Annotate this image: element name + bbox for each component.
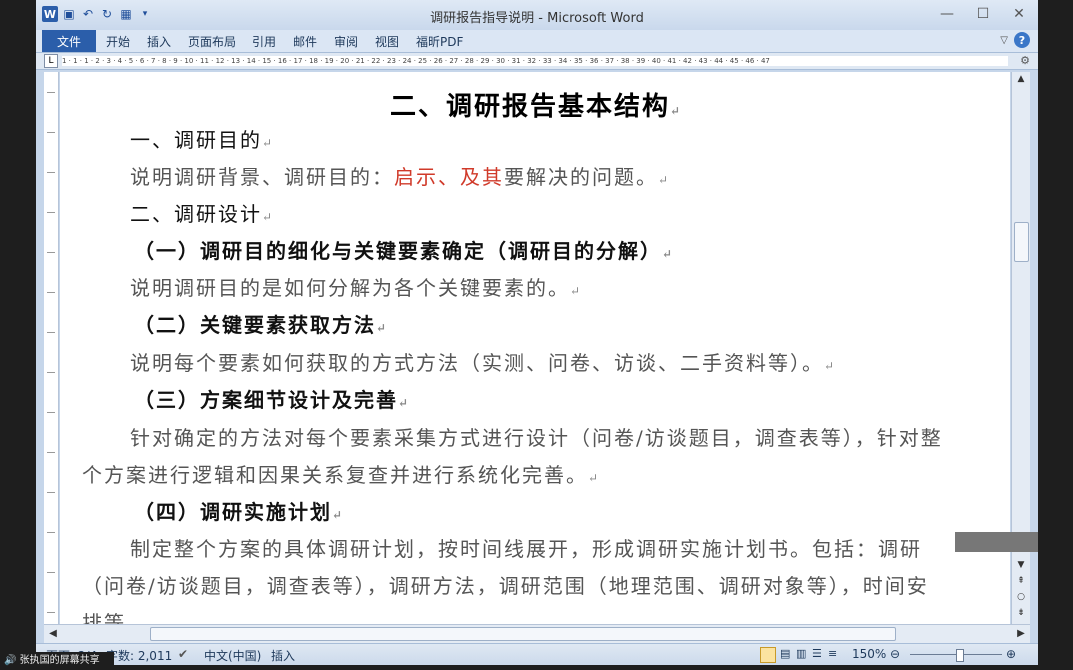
outline-view-icon[interactable]: ☰ (812, 647, 822, 660)
help-icon[interactable]: ? (1014, 32, 1030, 48)
vertical-scroll-thumb[interactable] (1014, 222, 1029, 262)
web-layout-icon[interactable]: ▥ (796, 647, 806, 660)
vertical-ruler[interactable] (44, 72, 59, 624)
tab-foxit-pdf[interactable]: 福昕PDF (416, 33, 463, 50)
horizontal-scroll-thumb[interactable] (150, 627, 896, 641)
view-ruler-icon[interactable]: ⚙ (1018, 54, 1032, 68)
horizontal-ruler[interactable]: L 1 · 1 · 1 · 2 · 3 · 4 · 5 · 6 · 7 · 8 … (36, 53, 1038, 70)
draft-view-icon[interactable]: ≡ (828, 647, 837, 660)
zoom-slider-thumb[interactable] (956, 649, 964, 662)
title-bar: W ▣ ↶ ↻ ▦ ▾ 调研报告指导说明 - Microsoft Word — … (36, 0, 1038, 30)
subsection-2-title: （二）关键要素获取方法↵ (134, 313, 387, 337)
print-layout-view-icon[interactable] (760, 647, 776, 663)
minimize-icon[interactable]: — (936, 6, 958, 22)
ruler-scale: 1 · 1 · 1 · 2 · 3 · 4 · 5 · 6 · 7 · 8 · … (62, 56, 1008, 66)
subsection-4-text-line-2: （问卷/访谈题目，调查表等），调研方法，调研范围（地理范围、调研对象等），时间安 (82, 574, 929, 598)
scroll-up-icon[interactable]: ▲ (1012, 72, 1030, 86)
status-language[interactable]: 中文(中国) (204, 647, 261, 664)
zoom-level[interactable]: 150% (852, 647, 886, 661)
status-bar: 页面: 2/4 字数: 2,011 ✔ 中文(中国) 插入 ▤ ▥ ☰ ≡ 15… (36, 643, 1038, 665)
tab-file[interactable]: 文件 (42, 30, 96, 52)
next-page-icon[interactable]: ⇟ (1012, 606, 1030, 620)
tab-home[interactable]: 开始 (106, 33, 130, 50)
scroll-left-icon[interactable]: ◀ (46, 626, 60, 642)
subsection-1-text: 说明调研目的是如何分解为各个关键要素的。↵ (130, 276, 581, 300)
previous-page-icon[interactable]: ⇞ (1012, 574, 1030, 588)
proofing-icon[interactable]: ✔ (178, 647, 188, 661)
screen-share-overlay (955, 532, 1038, 552)
section-heading: 二、调研报告基本结构↵ (390, 92, 681, 122)
subsection-4-text-line-1: 制定整个方案的具体调研计划，按时间线展开，形成调研实施计划书。包括：调研 (130, 537, 922, 561)
ribbon-minimize-chevron-icon[interactable]: ▽ (1000, 35, 1008, 46)
section-1-title: 一、调研目的↵ (130, 128, 273, 152)
window-title: 调研报告指导说明 - Microsoft Word (430, 11, 644, 26)
section-1-text: 说明调研背景、调研目的：启示、及其要解决的问题。↵ (130, 165, 669, 189)
zoom-out-icon[interactable]: ⊖ (890, 647, 900, 661)
full-screen-reading-icon[interactable]: ▤ (780, 647, 790, 660)
tab-mailings[interactable]: 邮件 (293, 33, 317, 50)
window-controls: — ☐ ✕ (936, 6, 1030, 22)
screen-share-label: 🔊 张执国的屏幕共享 (0, 652, 114, 670)
ribbon-tabs: 文件 开始 插入 页面布局 引用 邮件 审阅 视图 福昕PDF ▽ ? (36, 30, 1038, 53)
status-insert-mode[interactable]: 插入 (271, 647, 295, 664)
word-window: W ▣ ↶ ↻ ▦ ▾ 调研报告指导说明 - Microsoft Word — … (36, 0, 1038, 665)
scroll-down-icon[interactable]: ▼ (1012, 558, 1030, 572)
subsection-4-text-line-3: 排等。 (82, 611, 148, 624)
tab-references[interactable]: 引用 (252, 33, 276, 50)
browse-object-icon[interactable]: ○ (1012, 590, 1030, 604)
tab-selector[interactable]: L (44, 54, 58, 68)
ribbon-right-controls: ▽ ? (1000, 32, 1030, 48)
document-page[interactable]: 二、调研报告基本结构↵ 一、调研目的↵ 说明调研背景、调研目的：启示、及其要解决… (60, 72, 1010, 624)
tab-view[interactable]: 视图 (375, 33, 399, 50)
subsection-3-title: （三）方案细节设计及完善↵ (134, 388, 409, 412)
subsection-3-text-line-1: 针对确定的方法对每个要素采集方式进行设计（问卷/访谈题目，调查表等），针对整 (130, 426, 943, 450)
horizontal-scrollbar[interactable]: ◀ ▶ (44, 624, 1030, 643)
tab-insert[interactable]: 插入 (147, 33, 171, 50)
section-2-title: 二、调研设计↵ (130, 202, 273, 226)
subsection-1-title: （一）调研目的细化与关键要素确定（调研目的分解）↵ (134, 239, 673, 263)
status-word-count[interactable]: 字数: 2,011 (106, 647, 172, 664)
maximize-icon[interactable]: ☐ (972, 6, 994, 22)
close-icon[interactable]: ✕ (1008, 6, 1030, 22)
tab-review[interactable]: 审阅 (334, 33, 358, 50)
zoom-in-icon[interactable]: ⊕ (1006, 647, 1016, 661)
subsection-2-text: 说明每个要素如何获取的方式方法（实测、问卷、访谈、二手资料等）。↵ (130, 351, 835, 375)
scroll-right-icon[interactable]: ▶ (1014, 626, 1028, 642)
tab-page-layout[interactable]: 页面布局 (188, 33, 236, 50)
subsection-4-title: （四）调研实施计划↵ (134, 500, 343, 524)
subsection-3-text-line-2: 个方案进行逻辑和因果关系复查并进行系统化完善。↵ (82, 463, 599, 487)
